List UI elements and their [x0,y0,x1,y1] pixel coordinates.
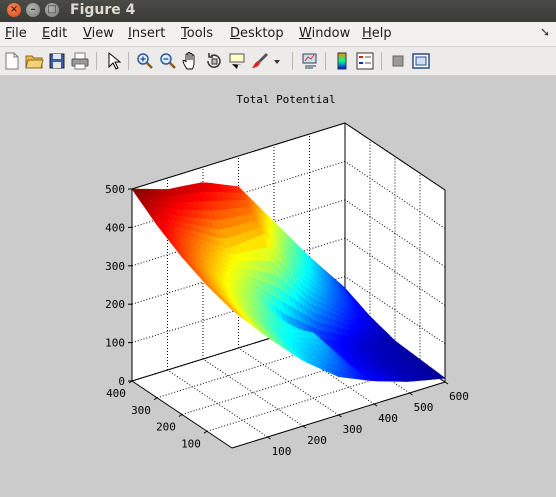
close-window-button[interactable]: × [7,3,21,17]
menu-desktop[interactable]: Desktop [230,26,284,41]
surface-plot[interactable]: Total Potential 100 200 300 400 500 600 100 200… [0,76,556,497]
toolbar-separator [381,52,382,70]
z-tick-label: 500 [105,183,125,196]
x-tick-mark [409,392,413,396]
y-tick-mark [203,430,208,434]
print-icon[interactable] [70,51,90,71]
y-tick-label: 200 [156,421,176,434]
menu-edit[interactable]: Edit [42,26,67,41]
x-tick-label: 600 [449,390,469,403]
menu-tools[interactable]: Tools [181,26,213,41]
pan-icon[interactable] [181,51,201,71]
z-tick-label: 200 [105,298,125,311]
y-tick-mark [178,414,183,417]
hide-plot-tools-icon[interactable] [388,51,408,71]
maximize-window-button[interactable]: □ [45,3,59,17]
y-tick-label: 300 [131,404,151,417]
z-tick-label: 0 [118,375,125,388]
toolbar-separator [128,52,129,70]
x-tick-label: 100 [272,445,292,458]
y-tick-mark [153,397,158,401]
colorbar-icon[interactable] [332,51,352,71]
menu-view[interactable]: View [83,26,114,41]
rotate-3d-icon[interactable] [204,51,224,71]
x-tick-label: 200 [307,434,327,447]
new-figure-icon[interactable] [2,51,22,71]
save-icon[interactable] [47,51,67,71]
dropdown-arrow-icon[interactable] [271,51,283,71]
menubar: ➘ File Edit View Insert Tools Desktop Window He… [0,22,556,47]
show-plot-tools-icon[interactable] [411,51,431,71]
x-tick-label: 500 [414,401,434,414]
link-plot-icon[interactable] [300,51,320,71]
x-tick-mark [373,403,378,407]
figure-canvas[interactable]: Total Potential 100 200 300 400 500 600 100 200… [0,76,556,497]
z-tick-label: 100 [105,337,125,350]
x-tick-mark [267,436,271,440]
x-tick-label: 300 [343,423,363,436]
menu-insert[interactable]: Insert [128,26,165,41]
plot-title: Total Potential [236,93,335,106]
pointer-icon[interactable] [103,51,123,71]
menu-help[interactable]: Help [362,26,392,41]
y-tick-label: 400 [106,387,126,400]
z-tick-label: 400 [105,221,125,234]
window-title: Figure 4 [70,2,136,18]
toolbar [0,47,556,76]
window-titlebar: × – □ Figure 4 [0,0,556,22]
zoom-out-icon[interactable] [158,51,178,71]
x-tick-label: 400 [378,412,398,425]
menu-file[interactable]: File [5,26,27,41]
data-cursor-icon[interactable] [227,51,247,71]
x-tick-mark [338,414,342,418]
brush-icon[interactable] [250,51,270,71]
zoom-in-icon[interactable] [135,51,155,71]
toolbar-separator [96,52,97,70]
x-tick-mark [302,425,307,429]
menu-window[interactable]: Window [299,26,350,41]
minimize-window-button[interactable]: – [26,3,40,17]
legend-icon[interactable] [355,51,375,71]
open-file-icon[interactable] [24,51,44,71]
menubar-arrow-icon[interactable]: ➘ [540,25,550,39]
z-tick-label: 300 [105,260,125,273]
y-tick-label: 100 [181,437,201,450]
toolbar-separator [325,52,326,70]
x-tick-mark [444,381,449,385]
toolbar-separator [292,52,293,70]
